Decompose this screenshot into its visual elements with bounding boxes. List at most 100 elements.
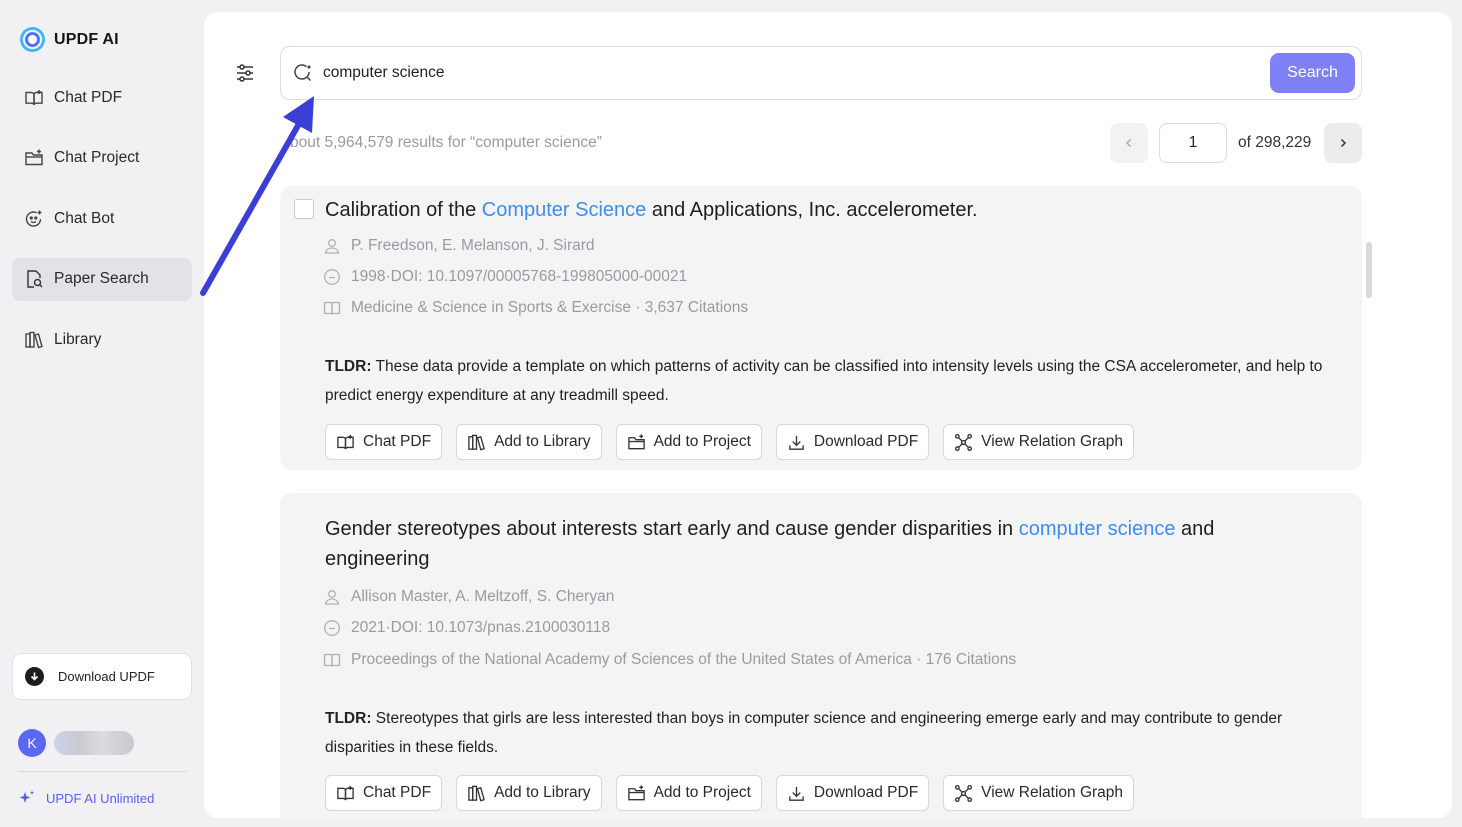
paper-title[interactable]: Gender stereotypes about interests start… — [325, 514, 1285, 574]
person-icon — [324, 239, 340, 254]
action-label: View Relation Graph — [981, 433, 1124, 450]
tldr-label: TLDR: — [325, 710, 372, 727]
sidebar-item-chat-pdf[interactable]: Chat PDF — [12, 76, 192, 119]
action-label: Add to Library — [494, 433, 591, 450]
paper-tldr: TLDR: These data provide a template on w… — [325, 352, 1325, 410]
folder-plus-icon — [627, 784, 645, 800]
sidebar: UPDF AI Chat PDF Chat Project Chat Bot P… — [0, 0, 204, 827]
download-pdf-button[interactable]: Download PDF — [775, 775, 930, 811]
tldr-text: These data provide a template on which p… — [325, 358, 1323, 404]
action-label: Add to Library — [494, 784, 591, 801]
user-name-redacted — [54, 731, 134, 755]
library-icon — [25, 331, 43, 348]
sidebar-item-chat-bot[interactable]: Chat Bot — [12, 197, 192, 240]
book-open-icon — [25, 89, 43, 105]
sidebar-nav: Chat PDF Chat Project Chat Bot Paper Sea… — [12, 76, 192, 379]
chat-pdf-button[interactable]: Chat PDF — [325, 424, 443, 460]
tldr-text: Stereotypes that girls are less interest… — [325, 710, 1283, 756]
action-label: Chat PDF — [363, 784, 432, 801]
action-label: Chat PDF — [363, 433, 432, 450]
result-card: Calibration of the Computer Science and … — [280, 186, 1362, 470]
book-icon — [323, 653, 341, 667]
title-highlight: Computer Science — [481, 199, 647, 221]
sidebar-item-label: Chat Bot — [54, 209, 115, 227]
select-checkbox[interactable] — [294, 199, 314, 219]
sidebar-item-label: Library — [54, 330, 102, 348]
card-actions: Chat PDF Add to Library Add to Project D… — [325, 775, 1135, 811]
sidebar-item-label: Paper Search — [54, 270, 149, 287]
clock-icon — [324, 269, 340, 285]
download-updf-label: Download UPDF — [58, 669, 155, 684]
chat-pdf-button[interactable]: Chat PDF — [325, 775, 443, 811]
sidebar-item-chat-project[interactable]: Chat Project — [12, 137, 192, 180]
paper-date-doi: 2021·DOI: 10.1073/pnas.2100030118 — [323, 619, 610, 637]
doi-text: 1998·DOI: 10.1097/00005768-199805000-000… — [351, 268, 688, 285]
book-open-icon — [337, 785, 354, 800]
result-card: Gender stereotypes about interests start… — [280, 493, 1362, 818]
authors-text: P. Freedson, E. Melanson, J. Sirard — [351, 237, 595, 254]
sidebar-item-paper-search[interactable]: Paper Search — [12, 257, 192, 301]
sidebar-item-library[interactable]: Library — [12, 318, 192, 361]
page-total: of 298,229 — [1238, 134, 1312, 151]
add-to-library-button[interactable]: Add to Library — [456, 775, 602, 811]
paper-authors: P. Freedson, E. Melanson, J. Sirard — [323, 237, 595, 255]
authors-text: Allison Master, A. Meltzoff, S. Cheryan — [351, 588, 615, 605]
action-label: Add to Project — [653, 433, 751, 450]
paper-date-doi: 1998·DOI: 10.1097/00005768-199805000-000… — [323, 268, 687, 286]
brand[interactable]: UPDF AI — [20, 27, 119, 52]
title-text: Gender stereotypes about interests start… — [325, 518, 1019, 540]
venue-text: Proceedings of the National Academy of S… — [351, 651, 1017, 668]
view-relation-graph-button[interactable]: View Relation Graph — [943, 424, 1135, 460]
book-icon — [323, 301, 341, 315]
card-actions: Chat PDF Add to Library Add to Project D… — [325, 424, 1135, 460]
avatar[interactable]: K — [18, 729, 46, 757]
sparkle-icon — [19, 790, 35, 803]
title-text: and Applications, Inc. accelerometer. — [646, 199, 978, 221]
chevron-right-icon — [1340, 138, 1347, 148]
title-highlight: computer science — [1018, 518, 1176, 540]
brand-name: UPDF AI — [54, 30, 119, 48]
paper-title[interactable]: Calibration of the Computer Science and … — [325, 195, 1325, 225]
tldr-label: TLDR: — [325, 358, 372, 375]
next-page-button[interactable] — [1324, 123, 1362, 163]
add-to-project-button[interactable]: Add to Project — [615, 424, 762, 460]
filter-settings-icon[interactable] — [234, 62, 256, 84]
sidebar-item-label: Chat PDF — [54, 88, 123, 106]
download-pdf-button[interactable]: Download PDF — [775, 424, 930, 460]
download-icon — [25, 667, 44, 686]
scrollbar[interactable] — [1366, 242, 1372, 298]
user-account[interactable]: K — [18, 729, 134, 757]
library-icon — [468, 785, 485, 801]
action-label: Download PDF — [813, 433, 919, 450]
upgrade-unlimited-link[interactable]: UPDF AI Unlimited — [18, 789, 154, 807]
paper-venue: Medicine & Science in Sports & Exercise … — [323, 299, 748, 317]
download-icon — [789, 786, 804, 801]
graph-icon — [955, 784, 973, 802]
bot-icon — [25, 210, 42, 227]
book-open-icon — [337, 434, 354, 449]
venue-text: Medicine & Science in Sports & Exercise … — [351, 299, 749, 316]
updf-logo-icon — [20, 27, 45, 52]
paper-tldr: TLDR: Stereotypes that girls are less in… — [325, 704, 1325, 762]
page-number-input[interactable]: 1 — [1159, 123, 1227, 163]
chevron-left-icon — [1125, 138, 1132, 148]
main-panel: Search bout 5,964,579 results for “compu… — [204, 12, 1452, 818]
doi-text: 2021·DOI: 10.1073/pnas.2100030118 — [351, 619, 611, 636]
search-input[interactable] — [323, 64, 1223, 82]
upgrade-unlimited-label: UPDF AI Unlimited — [46, 790, 155, 806]
library-icon — [468, 434, 485, 450]
search-icon — [294, 64, 312, 82]
paper-search-icon — [27, 270, 43, 288]
download-updf-button[interactable]: Download UPDF — [12, 653, 192, 700]
clock-icon — [324, 620, 340, 636]
download-icon — [789, 435, 804, 450]
view-relation-graph-button[interactable]: View Relation Graph — [943, 775, 1135, 811]
prev-page-button[interactable] — [1110, 123, 1148, 163]
sidebar-item-label: Chat Project — [54, 149, 140, 166]
folder-plus-icon — [627, 433, 645, 449]
add-to-library-button[interactable]: Add to Library — [456, 424, 602, 460]
paper-authors: Allison Master, A. Meltzoff, S. Cheryan — [323, 588, 614, 606]
add-to-project-button[interactable]: Add to Project — [615, 775, 762, 811]
search-button[interactable]: Search — [1270, 53, 1355, 93]
action-label: View Relation Graph — [981, 784, 1124, 801]
